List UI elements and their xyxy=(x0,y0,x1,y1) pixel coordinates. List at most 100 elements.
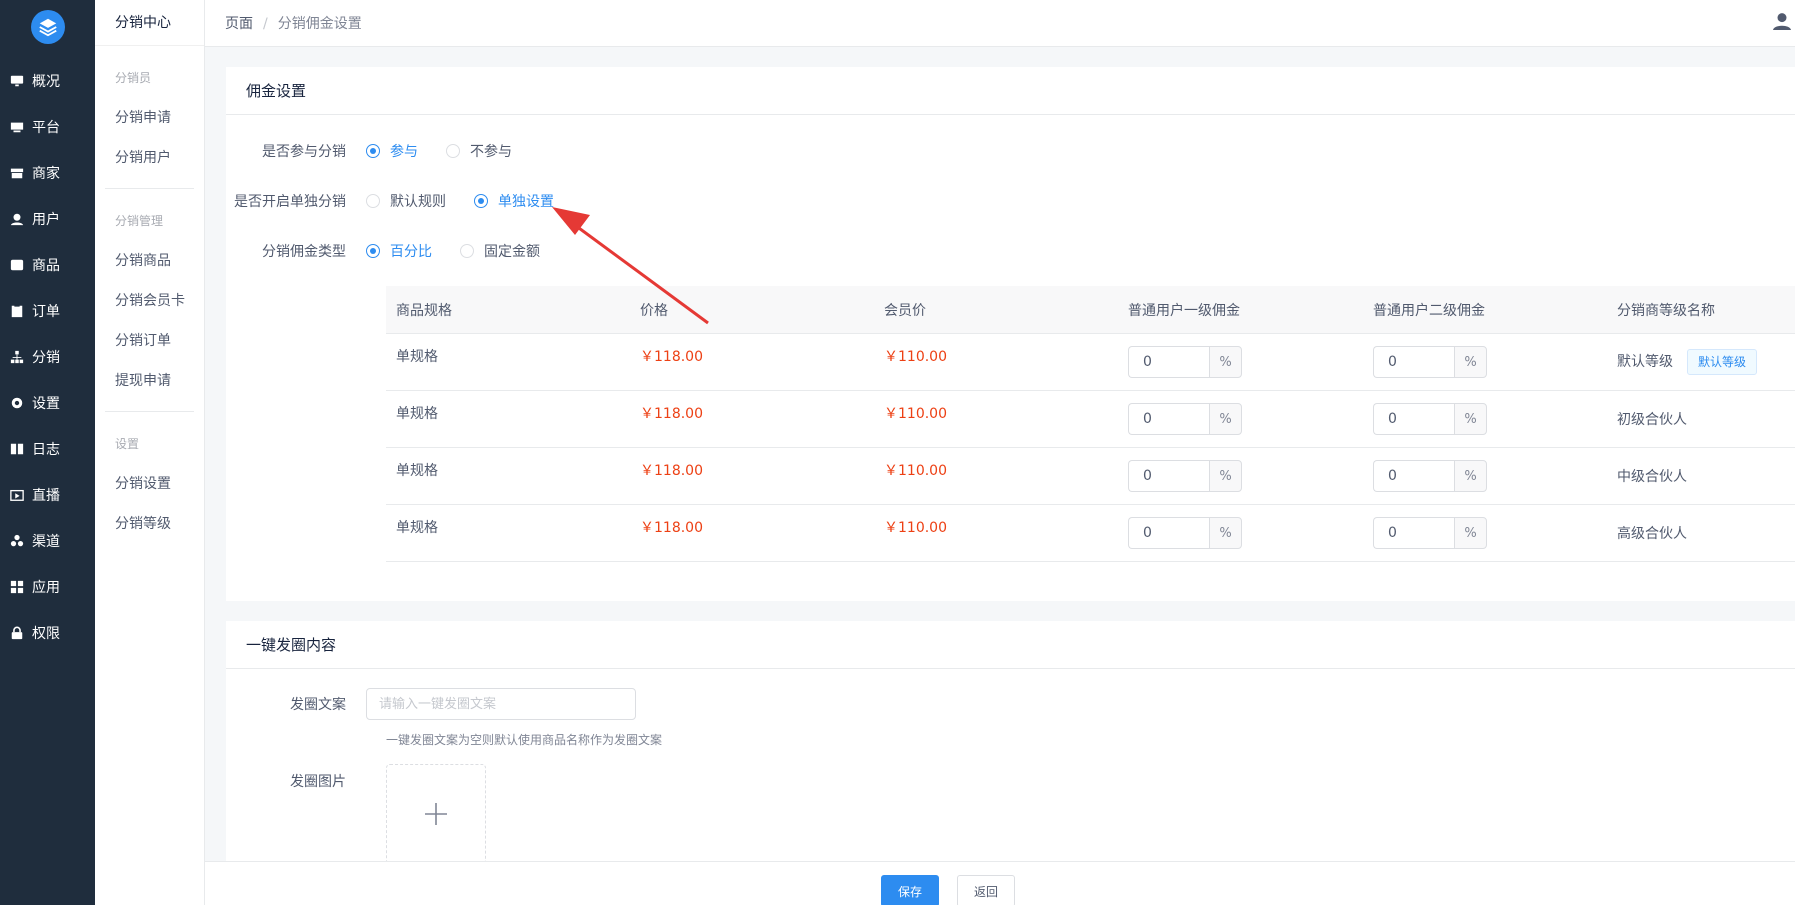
sub-item-withdraw[interactable]: 提现申请 xyxy=(95,361,204,401)
radio-not-join[interactable]: 不参与 xyxy=(446,141,512,161)
table-header: 商品规格 价格 会员价 普通用户一级佣金 普通用户二级佣金 分销商等级名称 xyxy=(386,286,1795,334)
sidebar-item-apps[interactable]: 应用 xyxy=(0,564,95,610)
sidebar-item-user[interactable]: 用户 xyxy=(0,196,95,242)
sidebar-item-label: 渠道 xyxy=(32,534,60,550)
sub-item-goods[interactable]: 分销商品 xyxy=(95,241,204,281)
level1-input-group: % xyxy=(1128,346,1242,378)
sidebar-item-label: 平台 xyxy=(32,120,60,136)
level1-input-group: % xyxy=(1128,403,1242,435)
form-label: 发圈文案 xyxy=(290,697,346,713)
table-row: 单规格 ￥118.00 ￥110.00 % % 默认等级默认等级 xyxy=(386,334,1795,391)
level1-commission-input[interactable] xyxy=(1128,460,1209,492)
level1-cell: % xyxy=(1118,346,1363,378)
sidebar-item-merchant[interactable]: 商家 xyxy=(0,150,95,196)
column-header: 商品规格 xyxy=(396,302,452,319)
breadcrumb: 页面 / 分销佣金设置 xyxy=(225,13,362,33)
sitemap-icon xyxy=(10,350,24,364)
card-title: 佣金设置 xyxy=(226,67,1795,115)
column-header: 普通用户一级佣金 xyxy=(1128,302,1240,319)
level1-cell: % xyxy=(1118,403,1363,435)
sidebar-item-label: 商家 xyxy=(32,166,60,182)
back-button[interactable]: 返回 xyxy=(957,875,1016,905)
sub-item-orders[interactable]: 分销订单 xyxy=(95,321,204,361)
radio-label: 固定金额 xyxy=(484,244,540,260)
level1-commission-input[interactable] xyxy=(1128,517,1209,549)
level2-commission-input[interactable] xyxy=(1373,517,1454,549)
moments-image-row: 发圈图片 xyxy=(226,769,366,793)
sidebar-item-label: 商品 xyxy=(32,258,60,274)
sub-group-label: 分销管理 xyxy=(115,214,164,228)
percent-addon: % xyxy=(1454,460,1487,492)
commission-table: 商品规格 价格 会员价 普通用户一级佣金 普通用户二级佣金 分销商等级名称 单规… xyxy=(386,286,1795,562)
sub-group-label: 分销员 xyxy=(115,71,152,85)
percent-addon: % xyxy=(1209,460,1242,492)
grade-cell: 默认等级 默认等级 xyxy=(1607,349,1795,375)
image-upload-button[interactable] xyxy=(386,764,486,864)
radio-single-setting[interactable]: 单独设置 xyxy=(474,191,554,211)
level2-commission-input[interactable] xyxy=(1373,460,1454,492)
column-header: 普通用户二级佣金 xyxy=(1373,302,1485,319)
radio-join[interactable]: 参与 xyxy=(366,141,418,161)
price-cell: ￥118.00 xyxy=(640,520,703,536)
sidebar-item-settings[interactable]: 设置 xyxy=(0,380,95,426)
sidebar-item-label: 直播 xyxy=(32,488,60,504)
main-sidebar: 概况 平台 商家 用户 商品 订单 分销 设置 日志 直播 渠道 应用 权限 xyxy=(0,0,95,905)
sub-sidebar: 分销中心 分销员 分销申请 分销用户 分销管理 分销商品 分销会员卡 分销订单 … xyxy=(95,0,205,905)
spec-cell: 单规格 xyxy=(396,349,438,365)
sidebar-item-distribution[interactable]: 分销 xyxy=(0,334,95,380)
save-button[interactable]: 保存 xyxy=(881,875,940,905)
sidebar-item-live[interactable]: 直播 xyxy=(0,472,95,518)
sub-item-apply[interactable]: 分销申请 xyxy=(95,98,204,138)
price-cell: ￥118.00 xyxy=(640,349,703,365)
radio-dot xyxy=(474,194,488,208)
sidebar-item-channel[interactable]: 渠道 xyxy=(0,518,95,564)
radio-percentage[interactable]: 百分比 xyxy=(366,241,432,261)
sidebar-item-order[interactable]: 订单 xyxy=(0,288,95,334)
level2-cell: % xyxy=(1363,346,1607,378)
level2-cell: % xyxy=(1363,403,1607,435)
breadcrumb-separator: / xyxy=(263,16,268,32)
app-logo[interactable] xyxy=(30,10,65,44)
plus-icon xyxy=(425,803,447,825)
lock-icon xyxy=(10,626,24,640)
level2-commission-input[interactable] xyxy=(1373,403,1454,435)
commission-card: 佣金设置 是否参与分销 参与 不参与 是否开启单独分销 默认规则 单独设置 分销… xyxy=(226,67,1795,601)
level1-commission-input[interactable] xyxy=(1128,346,1209,378)
column-header: 分销商等级名称 xyxy=(1617,302,1715,319)
radio-fixed-amount[interactable]: 固定金额 xyxy=(460,241,540,261)
sub-item-users[interactable]: 分销用户 xyxy=(95,138,204,178)
sidebar-item-permission[interactable]: 权限 xyxy=(0,610,95,656)
sidebar-item-goods[interactable]: 商品 xyxy=(0,242,95,288)
level1-cell: % xyxy=(1118,517,1363,549)
sidebar-item-overview[interactable]: 概况 xyxy=(0,58,95,104)
sub-item-levels[interactable]: 分销等级 xyxy=(95,504,204,544)
radio-dot xyxy=(366,244,380,258)
sub-item-member-card[interactable]: 分销会员卡 xyxy=(95,281,204,321)
logo-icon xyxy=(38,18,57,37)
sidebar-item-platform[interactable]: 平台 xyxy=(0,104,95,150)
sub-item-distribution-settings[interactable]: 分销设置 xyxy=(95,464,204,504)
radio-label: 单独设置 xyxy=(498,194,554,210)
breadcrumb-root[interactable]: 页面 xyxy=(225,16,253,32)
sidebar-item-label: 订单 xyxy=(32,304,60,320)
radio-dot xyxy=(366,194,380,208)
radio-default-rule[interactable]: 默认规则 xyxy=(366,191,446,211)
form-label: 是否开启单独分销 xyxy=(234,194,346,210)
grade-name: 默认等级 xyxy=(1617,354,1673,370)
moments-copy-input[interactable] xyxy=(366,688,636,720)
form-label: 分销佣金类型 xyxy=(262,244,346,260)
level1-input-group: % xyxy=(1128,517,1242,549)
spec-cell: 单规格 xyxy=(396,406,438,422)
sub-group-label: 设置 xyxy=(115,437,140,451)
grade-cell: 高级合伙人 xyxy=(1617,526,1687,542)
sidebar-item-label: 权限 xyxy=(32,626,60,642)
level2-commission-input[interactable] xyxy=(1373,346,1454,378)
user-avatar-icon[interactable] xyxy=(1773,12,1791,30)
sidebar-item-log[interactable]: 日志 xyxy=(0,426,95,472)
sidebar-item-label: 设置 xyxy=(32,396,60,412)
price-cell: ￥118.00 xyxy=(640,463,703,479)
table-row: 单规格 ￥118.00 ￥110.00 % % 中级合伙人 xyxy=(386,448,1795,505)
percent-addon: % xyxy=(1454,403,1487,435)
level1-commission-input[interactable] xyxy=(1128,403,1209,435)
percent-addon: % xyxy=(1209,517,1242,549)
